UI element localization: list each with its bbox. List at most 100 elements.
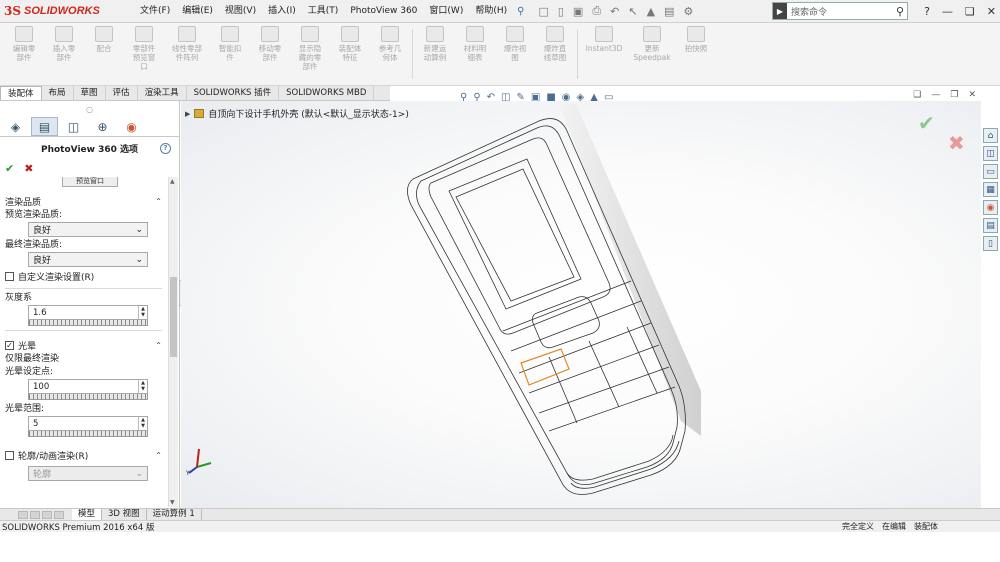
pin-icon[interactable]: ⚲: [517, 6, 524, 17]
cancel-x-icon[interactable]: ✖: [24, 162, 33, 175]
checkbox-checked-icon[interactable]: ✓: [5, 340, 14, 350]
viewport-close-icon[interactable]: ✕: [968, 90, 976, 100]
scrollbar-thumb[interactable]: [170, 277, 177, 357]
preview-quality-select[interactable]: 良好 ⌄: [28, 222, 148, 237]
home-icon[interactable]: ⌂: [983, 128, 998, 143]
reference-geometry-button[interactable]: 参考几 何体: [370, 23, 410, 83]
menu-insert[interactable]: 插入(I): [262, 0, 302, 23]
close-icon[interactable]: ✕: [987, 5, 996, 18]
spin-arrows-icon[interactable]: ▲ ▼: [138, 417, 147, 430]
restore-icon[interactable]: ❏: [965, 5, 975, 18]
collapse-caret-icon[interactable]: ⌃: [155, 341, 162, 350]
custom-render-settings-checkbox[interactable]: 自定义渲染设置(R): [0, 269, 168, 284]
graphics-viewport[interactable]: ▶ 自顶向下设计手机外壳 (默认<默认_显示状态-1>) ✔ ✖ Y: [181, 101, 981, 508]
undo-icon[interactable]: ↶: [610, 5, 619, 18]
display-manager-tab-icon[interactable]: ◉: [118, 117, 145, 136]
help-icon[interactable]: ?: [160, 142, 171, 154]
gamma-input[interactable]: 1.6 ▲ ▼: [28, 305, 148, 320]
feature-manager-tab-icon[interactable]: ◈: [2, 117, 29, 136]
scroll-down-icon[interactable]: ▼: [170, 499, 175, 506]
file-explorer-icon[interactable]: ▭: [983, 164, 998, 179]
next-tab-icon[interactable]: [42, 510, 52, 519]
viewport-restore-icon[interactable]: ❐: [950, 90, 958, 100]
viewport-expand-icon[interactable]: ❏: [913, 90, 921, 100]
take-snapshot-button[interactable]: 拍快照: [676, 23, 716, 83]
show-hidden-button[interactable]: 显示隐 藏的零 部件: [290, 23, 330, 83]
open-icon[interactable]: ▯: [558, 5, 564, 18]
bloom-extent-slider[interactable]: [28, 431, 148, 437]
preview-window-button[interactable]: 预览窗口: [62, 177, 118, 187]
confirm-cancel-x-icon[interactable]: ✖: [948, 131, 965, 155]
scroll-up-icon[interactable]: ▲: [170, 178, 175, 185]
tab-model[interactable]: 模型: [72, 509, 103, 520]
panel-drag-handle[interactable]: ○: [0, 101, 179, 117]
configuration-manager-tab-icon[interactable]: ◫: [60, 117, 87, 136]
design-library-icon[interactable]: ◫: [983, 146, 998, 161]
forum-icon[interactable]: ▯: [983, 236, 998, 251]
bloom-group-header[interactable]: ✓ 光晕 ⌃: [0, 337, 168, 353]
view-palette-icon[interactable]: ▦: [983, 182, 998, 197]
component-preview-button[interactable]: 零部件 预览窗 口: [124, 23, 164, 83]
confirm-ok-check-icon[interactable]: ✔: [918, 111, 935, 135]
spin-arrows-icon[interactable]: ▲ ▼: [138, 380, 147, 393]
menu-window[interactable]: 窗口(W): [423, 0, 469, 23]
contour-group-header[interactable]: 轮廓/动画渲染(R) ⌃: [0, 447, 168, 463]
custom-properties-icon[interactable]: ▤: [983, 218, 998, 233]
instant3d-button[interactable]: Instant3D: [580, 23, 628, 83]
edit-component-button[interactable]: 编辑零 部件: [4, 23, 44, 83]
rebuild-icon[interactable]: ▲: [647, 5, 655, 18]
minimize-icon[interactable]: —: [942, 5, 953, 18]
tab-mbd[interactable]: SOLIDWORKS MBD: [279, 86, 375, 100]
panel-scrollbar[interactable]: ▲ ▼: [168, 177, 178, 507]
tab-3d-view[interactable]: 3D 视图: [102, 509, 147, 520]
insert-component-button[interactable]: 插入零 部件: [44, 23, 84, 83]
spin-arrows-icon[interactable]: ▲ ▼: [138, 306, 147, 319]
tab-assembly[interactable]: 装配体: [0, 86, 42, 100]
checkbox-unchecked-icon[interactable]: [5, 450, 14, 460]
tab-layout[interactable]: 布局: [42, 86, 74, 100]
tab-render-tools[interactable]: 渲染工具: [138, 86, 187, 100]
new-icon[interactable]: □: [538, 5, 548, 18]
menu-tools[interactable]: 工具(T): [302, 0, 345, 23]
search-expand-icon[interactable]: ▶: [773, 3, 787, 19]
solidworks-logo[interactable]: 3S SOLIDWORKS: [0, 0, 118, 23]
collapse-caret-icon[interactable]: ⌃: [155, 451, 162, 460]
tab-addins[interactable]: SOLIDWORKS 插件: [187, 86, 280, 100]
select-icon[interactable]: ↖: [628, 5, 637, 18]
phone-model[interactable]: [181, 101, 981, 508]
save-icon[interactable]: ▣: [573, 5, 583, 18]
render-quality-group-header[interactable]: 渲染品质 ⌃: [0, 193, 168, 209]
last-tab-icon[interactable]: [54, 510, 64, 519]
search-icon[interactable]: ⚲: [896, 5, 907, 18]
checkbox-unchecked-icon[interactable]: [5, 272, 14, 281]
search-box[interactable]: ▶ 搜索命令 ⚲: [772, 2, 908, 20]
property-manager-tab-icon[interactable]: ▤: [31, 117, 58, 136]
contour-select[interactable]: 轮廓 ⌄: [28, 466, 148, 481]
exploded-view-button[interactable]: 爆炸视 图: [495, 23, 535, 83]
tab-evaluate[interactable]: 评估: [106, 86, 138, 100]
viewport-minimize-icon[interactable]: —: [931, 90, 940, 100]
bloom-setpoint-slider[interactable]: [28, 394, 148, 400]
menu-file[interactable]: 文件(F): [134, 0, 176, 23]
mate-button[interactable]: 配合: [84, 23, 124, 83]
tab-sketch[interactable]: 草图: [74, 86, 106, 100]
contour-checkbox[interactable]: 轮廓/动画渲染(R): [5, 449, 88, 462]
appearances-icon[interactable]: ◉: [983, 200, 998, 215]
print-icon[interactable]: ⎙: [592, 4, 601, 18]
smart-fasteners-button[interactable]: 智能扣 件: [210, 23, 250, 83]
collapse-caret-icon[interactable]: ⌃: [155, 197, 162, 206]
final-quality-select[interactable]: 良好 ⌄: [28, 252, 148, 267]
menu-photoview[interactable]: PhotoView 360: [344, 0, 423, 23]
prev-tab-icon[interactable]: [30, 510, 40, 519]
explode-line-sketch-button[interactable]: 爆炸直 线草图: [535, 23, 575, 83]
bloom-extent-input[interactable]: 5 ▲ ▼: [28, 416, 148, 431]
move-component-button[interactable]: 移动零 部件: [250, 23, 290, 83]
assembly-features-button[interactable]: 装配体 特征: [330, 23, 370, 83]
ok-check-icon[interactable]: ✔: [5, 162, 14, 175]
bloom-checkbox[interactable]: ✓ 光晕: [5, 339, 36, 352]
dimxpert-manager-tab-icon[interactable]: ⊕: [89, 117, 116, 136]
linear-pattern-button[interactable]: 线性零部 件阵列: [164, 23, 210, 83]
options-gear-icon[interactable]: ⚙: [683, 5, 693, 18]
bill-of-materials-button[interactable]: 材料明 细表: [455, 23, 495, 83]
menu-view[interactable]: 视图(V): [219, 0, 262, 23]
